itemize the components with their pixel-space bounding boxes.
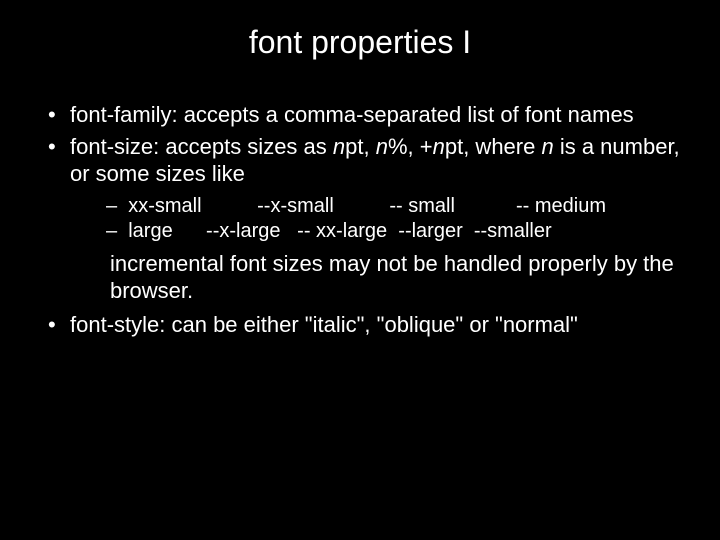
size-row-2: – large --x-large -- xx-large --larger -…: [106, 219, 690, 244]
bullet-font-style: font-style: can be either "italic", "obl…: [30, 311, 690, 339]
size-row-1: – xx-small --x-small -- small -- medium: [106, 194, 690, 219]
b2-n3: n: [433, 134, 445, 159]
slide: font properties I font-family: accepts a…: [0, 0, 720, 540]
b2-text-1: font-size: accepts sizes as: [70, 134, 333, 159]
b2-pt: pt,: [345, 134, 376, 159]
bullet-font-family: font-family: accepts a comma-separated l…: [30, 101, 690, 129]
incremental-note: incremental font sizes may not be handle…: [70, 250, 690, 305]
slide-body: font-family: accepts a comma-separated l…: [0, 101, 720, 338]
b2-n4: n: [541, 134, 553, 159]
b2-pt2: pt, where: [445, 134, 542, 159]
size-keywords: – xx-small --x-small -- small -- medium …: [70, 194, 690, 244]
bullet-font-size: font-size: accepts sizes as npt, n%, +np…: [30, 133, 690, 305]
b2-pct: %, +: [388, 134, 433, 159]
slide-title: font properties I: [0, 0, 720, 101]
b2-n2: n: [376, 134, 388, 159]
b2-n1: n: [333, 134, 345, 159]
bullet-list: font-family: accepts a comma-separated l…: [30, 101, 690, 338]
